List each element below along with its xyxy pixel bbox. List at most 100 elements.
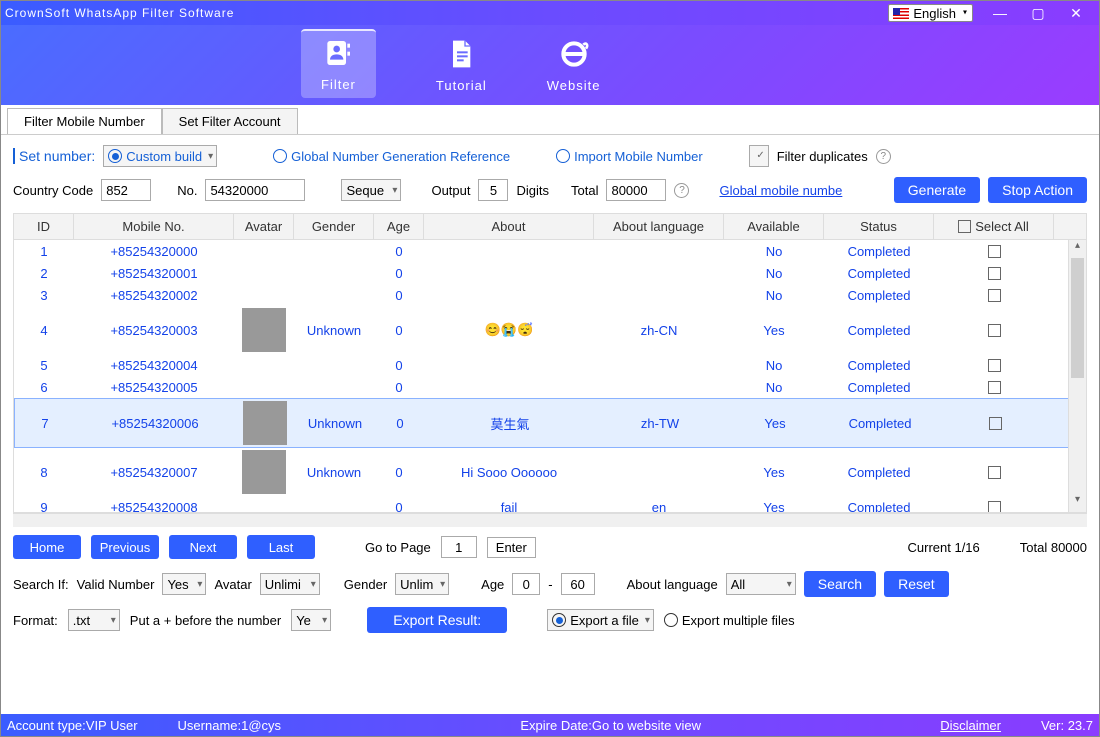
horizontal-scrollbar[interactable] xyxy=(13,513,1087,527)
expire-date: Expire Date:Go to website view xyxy=(520,718,701,733)
valid-number-select[interactable]: Yes xyxy=(162,573,206,595)
last-button[interactable]: Last xyxy=(247,535,315,559)
params-row: Country Code No. Seque Output Digits Tot… xyxy=(13,177,1087,203)
row-checkbox[interactable] xyxy=(989,417,1002,430)
scroll-up-icon[interactable]: ▴ xyxy=(1069,240,1086,258)
cell-age: 0 xyxy=(374,288,424,303)
age-to-input[interactable] xyxy=(561,573,595,595)
scroll-down-icon[interactable]: ▾ xyxy=(1069,494,1086,512)
table-row[interactable]: 2+852543200010NoCompleted xyxy=(14,262,1086,284)
cell-age: 0 xyxy=(374,500,424,514)
select-all-checkbox[interactable] xyxy=(958,220,971,233)
avatar-image xyxy=(243,401,287,445)
radio-export-multi[interactable]: Export multiple files xyxy=(664,613,795,628)
col-available[interactable]: Available xyxy=(724,214,824,239)
cell-about: 😊😭😴 xyxy=(424,322,594,338)
row-checkbox[interactable] xyxy=(988,466,1001,479)
table-row[interactable]: 8+85254320007Unknown0Hi Sooo OoooooYesCo… xyxy=(14,448,1086,496)
row-checkbox[interactable] xyxy=(988,501,1001,514)
row-checkbox[interactable] xyxy=(988,267,1001,280)
no-input[interactable] xyxy=(205,179,305,201)
radio-custom-build[interactable]: Custom build xyxy=(103,145,217,167)
age-from-input[interactable] xyxy=(512,573,540,595)
cell-id: 2 xyxy=(14,266,74,281)
cell-age: 0 xyxy=(374,244,424,259)
reset-button[interactable]: Reset xyxy=(884,571,949,597)
cell-gender: Unknown xyxy=(295,416,375,431)
home-button[interactable]: Home xyxy=(13,535,81,559)
previous-button[interactable]: Previous xyxy=(91,535,159,559)
row-checkbox[interactable] xyxy=(988,289,1001,302)
cell-id: 6 xyxy=(14,380,74,395)
disclaimer-link[interactable]: Disclaimer xyxy=(940,718,1001,733)
aboutlang-select[interactable]: All xyxy=(726,573,796,595)
close-button[interactable]: ✕ xyxy=(1057,3,1095,23)
radio-global-ref[interactable]: Global Number Generation Reference xyxy=(273,149,510,164)
radio-import[interactable]: Import Mobile Number xyxy=(556,149,703,164)
col-aboutlang[interactable]: About language xyxy=(594,214,724,239)
col-about[interactable]: About xyxy=(424,214,594,239)
help-icon-total[interactable]: ? xyxy=(674,183,689,198)
language-selector[interactable]: English xyxy=(888,4,973,22)
table-row[interactable]: 6+852543200050NoCompleted xyxy=(14,376,1086,398)
export-result-button[interactable]: Export Result: xyxy=(367,607,507,633)
filter-duplicates-label: Filter duplicates xyxy=(777,149,868,164)
table-row[interactable]: 9+852543200080failenYesCompleted xyxy=(14,496,1086,513)
cell-age: 0 xyxy=(374,358,424,373)
format-select[interactable]: .txt xyxy=(68,609,120,631)
export-bar: Format: .txt Put a + before the number Y… xyxy=(13,607,1087,633)
table-row[interactable]: 4+85254320003Unknown0😊😭😴zh-CNYesComplete… xyxy=(14,306,1086,354)
col-age[interactable]: Age xyxy=(374,214,424,239)
maximize-button[interactable]: ▢ xyxy=(1019,3,1057,23)
goto-page-input[interactable] xyxy=(441,536,477,558)
row-checkbox[interactable] xyxy=(988,359,1001,372)
generate-button[interactable]: Generate xyxy=(894,177,980,203)
total-input[interactable] xyxy=(606,179,666,201)
gender-select[interactable]: Unlim xyxy=(395,573,449,595)
gender-label: Gender xyxy=(344,577,387,592)
cell-mobile: +85254320002 xyxy=(74,288,234,303)
plus-select[interactable]: Ye xyxy=(291,609,331,631)
tab-set-filter-account[interactable]: Set Filter Account xyxy=(162,108,298,134)
stop-action-button[interactable]: Stop Action xyxy=(988,177,1087,203)
goto-page-label: Go to Page xyxy=(365,540,431,555)
enter-button[interactable]: Enter xyxy=(487,537,536,558)
chk-filter-duplicates[interactable] xyxy=(749,145,769,167)
cell-mobile: +85254320005 xyxy=(74,380,234,395)
search-button[interactable]: Search xyxy=(804,571,876,597)
title-bar: CrownSoft WhatsApp Filter Software Engli… xyxy=(1,1,1099,25)
col-selectall[interactable]: Select All xyxy=(934,214,1054,239)
cell-status: Completed xyxy=(824,380,934,395)
cell-id: 4 xyxy=(14,323,74,338)
global-mobile-link[interactable]: Global mobile numbe xyxy=(719,183,842,198)
toolbar-tutorial[interactable]: Tutorial xyxy=(436,38,487,93)
table-row[interactable]: 7+85254320006Unknown0莫生氣zh-TWYesComplete… xyxy=(14,398,1086,448)
col-avatar[interactable]: Avatar xyxy=(234,214,294,239)
row-checkbox[interactable] xyxy=(988,381,1001,394)
col-mobile[interactable]: Mobile No. xyxy=(74,214,234,239)
col-status[interactable]: Status xyxy=(824,214,934,239)
help-icon[interactable]: ? xyxy=(876,149,891,164)
minimize-button[interactable]: — xyxy=(981,3,1019,23)
vertical-scrollbar[interactable]: ▴ ▾ xyxy=(1068,240,1086,512)
country-code-input[interactable] xyxy=(101,179,151,201)
next-button[interactable]: Next xyxy=(169,535,237,559)
cell-age: 0 xyxy=(374,323,424,338)
col-id[interactable]: ID xyxy=(14,214,74,239)
tab-filter-mobile[interactable]: Filter Mobile Number xyxy=(7,108,162,134)
row-checkbox[interactable] xyxy=(988,324,1001,337)
output-input[interactable] xyxy=(478,179,508,201)
cell-lang: en xyxy=(594,500,724,514)
table-row[interactable]: 5+852543200040NoCompleted xyxy=(14,354,1086,376)
row-checkbox[interactable] xyxy=(988,245,1001,258)
cell-mobile: +85254320004 xyxy=(74,358,234,373)
avatar-select[interactable]: Unlimi xyxy=(260,573,320,595)
radio-export-file[interactable]: Export a file xyxy=(547,609,654,631)
scroll-thumb[interactable] xyxy=(1071,258,1084,378)
sequence-select[interactable]: Seque xyxy=(341,179,401,201)
col-gender[interactable]: Gender xyxy=(294,214,374,239)
table-row[interactable]: 3+852543200020NoCompleted xyxy=(14,284,1086,306)
table-row[interactable]: 1+852543200000NoCompleted xyxy=(14,240,1086,262)
toolbar-filter[interactable]: Filter xyxy=(301,29,376,98)
toolbar-website[interactable]: Website xyxy=(547,38,601,93)
